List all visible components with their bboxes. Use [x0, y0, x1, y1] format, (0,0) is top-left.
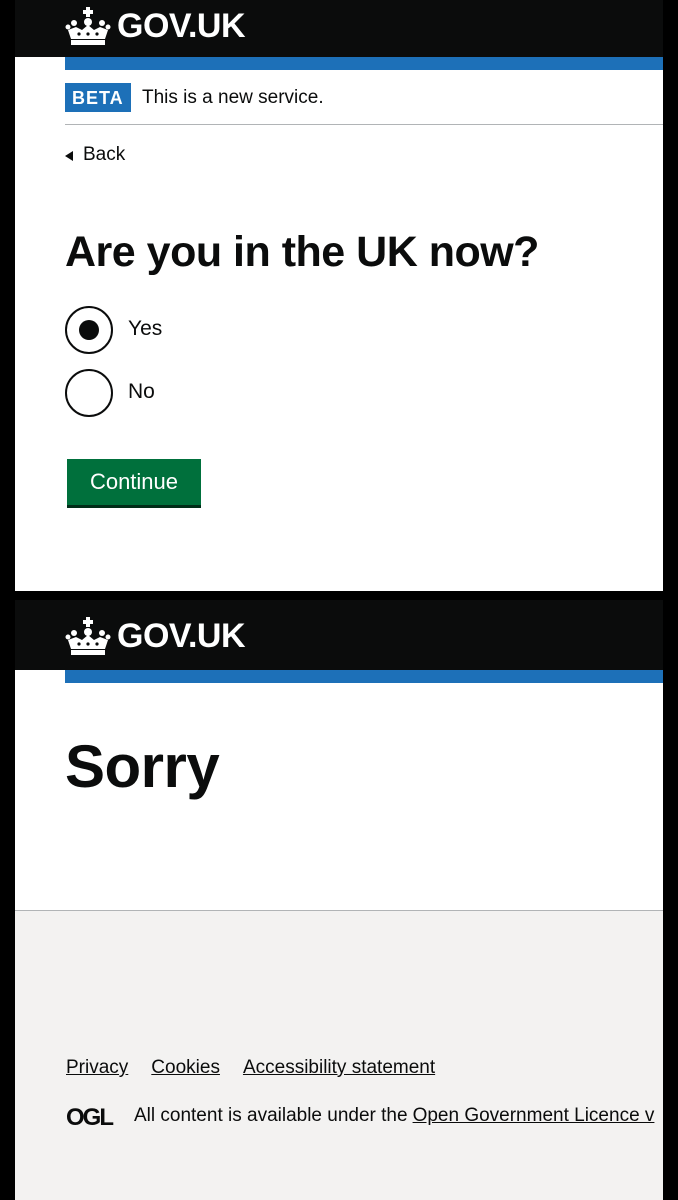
- footer-links: Privacy Cookies Accessibility statement: [66, 1056, 435, 1080]
- govuk-logo-link[interactable]: GOV.UK: [65, 6, 246, 46]
- phase-banner: BETA This is a new service.: [65, 83, 663, 125]
- footer: Privacy Cookies Accessibility statement …: [15, 910, 663, 1200]
- licence-row: OGL All content is available under the O…: [66, 1104, 654, 1128]
- radio-label-yes: Yes: [128, 317, 163, 340]
- page-title: Sorry: [65, 733, 220, 800]
- radio-circle[interactable]: [65, 369, 113, 417]
- back-link-label: Back: [83, 144, 126, 165]
- govuk-logotype: GOV.UK: [117, 6, 246, 45]
- govuk-header: GOV.UK: [15, 0, 663, 57]
- header-blue-bar: [65, 670, 663, 683]
- govuk-logo-link[interactable]: GOV.UK: [65, 616, 246, 656]
- radio-label-no: No: [128, 380, 155, 403]
- beta-tag: BETA: [65, 83, 131, 112]
- footer-link-accessibility[interactable]: Accessibility statement: [243, 1056, 435, 1080]
- radio-selected-dot: [79, 320, 99, 340]
- triangle-left-icon: [65, 151, 73, 161]
- footer-link-privacy[interactable]: Privacy: [66, 1056, 128, 1080]
- question-page: GOV.UK BETA This is a new service. Back …: [15, 0, 663, 591]
- sorry-page: GOV.UK Sorry Privacy Cookies Accessibili…: [15, 600, 663, 1200]
- radio-circle[interactable]: [65, 306, 113, 354]
- ogl-logo-icon: OGL: [66, 1104, 115, 1128]
- govuk-logotype: GOV.UK: [117, 616, 246, 655]
- licence-text: All content is available under the: [134, 1105, 408, 1126]
- svg-text:OGL: OGL: [66, 1104, 113, 1128]
- licence-link[interactable]: Open Government Licence v: [413, 1104, 655, 1128]
- crown-icon: [65, 7, 111, 45]
- govuk-header: GOV.UK: [15, 600, 663, 670]
- continue-button[interactable]: Continue: [67, 459, 201, 505]
- phase-banner-text: This is a new service.: [142, 87, 324, 108]
- header-blue-bar: [65, 57, 663, 70]
- page-title: Are you in the UK now?: [65, 228, 539, 276]
- radio-option-no[interactable]: No: [65, 369, 365, 417]
- crown-icon: [65, 617, 111, 655]
- footer-link-cookies[interactable]: Cookies: [151, 1056, 220, 1080]
- radio-option-yes[interactable]: Yes: [65, 306, 365, 354]
